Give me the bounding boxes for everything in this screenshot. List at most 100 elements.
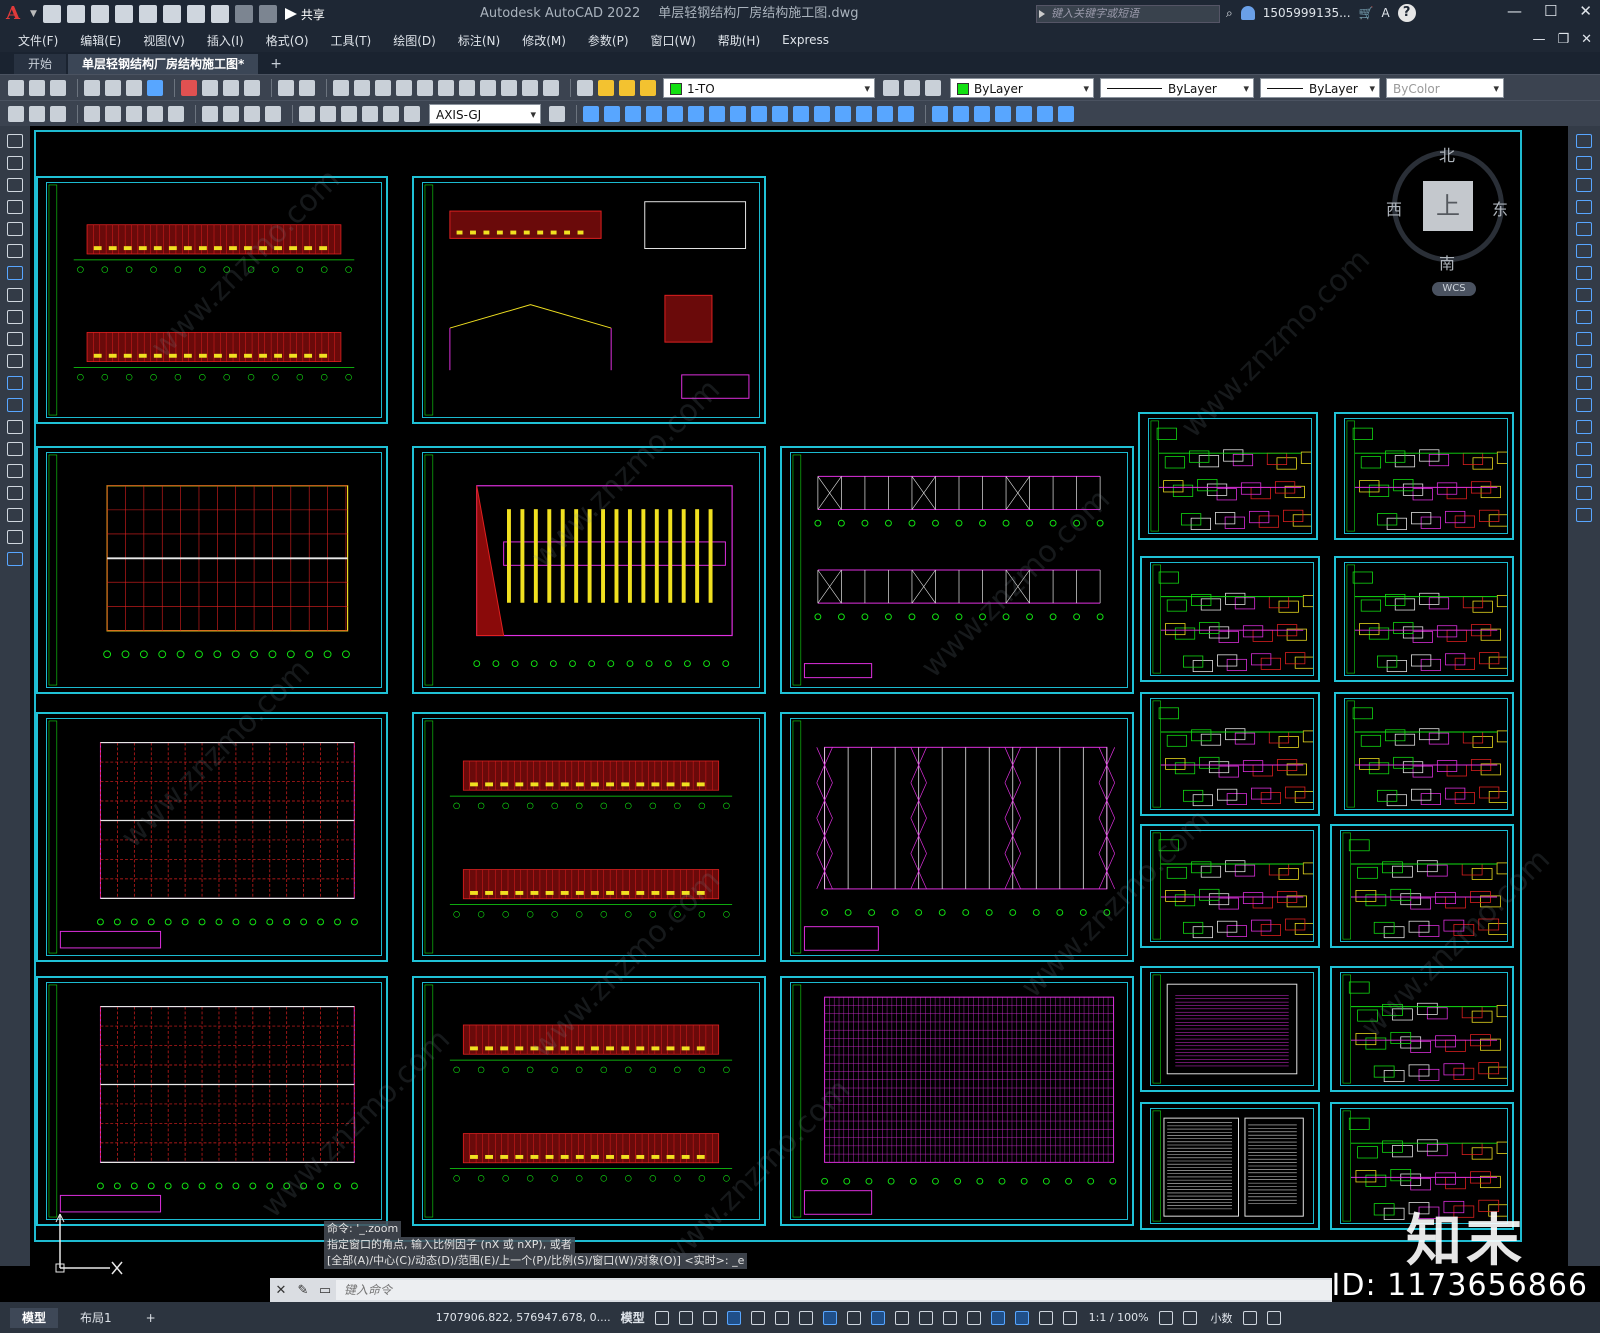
object-snap-icon[interactable] [822,1310,837,1325]
stretch-icon[interactable] [751,105,767,122]
3d-osnap-icon[interactable] [918,1310,933,1325]
ellipse-icon[interactable] [7,332,23,346]
search-input[interactable]: 键入关键字或短语 [1036,5,1220,23]
help-icon[interactable] [543,79,559,96]
menu-format[interactable]: 格式(O) [266,32,309,49]
send-to-back-icon[interactable] [974,105,990,122]
spline-icon[interactable] [7,310,23,324]
units-value[interactable]: 小数 [1211,1310,1233,1326]
rectangle-icon[interactable] [7,222,23,236]
multiline-text-icon[interactable] [7,530,23,544]
revision-cloud-icon[interactable] [7,288,23,302]
plot-icon[interactable] [186,5,205,23]
snap-icon[interactable] [678,1310,693,1325]
rotate-icon[interactable] [709,105,725,122]
compass-west[interactable]: 西 [1386,196,1402,220]
drawing-sheet[interactable] [1138,412,1318,540]
compass-north[interactable]: 北 [1439,142,1455,166]
menu-insert[interactable]: 插入(I) [207,32,244,49]
drawing-sheet[interactable] [36,446,388,694]
menu-view[interactable]: 视图(V) [143,32,185,49]
plot-icon[interactable] [84,79,100,96]
user-name[interactable]: 1505999135... [1263,6,1351,20]
inspection-icon[interactable] [341,105,357,122]
fillet-icon[interactable] [877,105,893,122]
drawing-sheet[interactable] [780,976,1134,1226]
drawing-sheet[interactable] [36,976,388,1226]
recent-commands-icon[interactable]: ▭ [314,1283,336,1298]
ortho-icon[interactable] [726,1310,741,1325]
angular-dimension-icon[interactable] [168,105,184,122]
dimension-style-icon[interactable] [549,105,565,122]
zoom-realtime-icon[interactable] [354,79,370,96]
construction-line-icon[interactable] [7,156,23,170]
menu-modify[interactable]: 修改(M) [522,32,566,49]
continue-dimension-icon[interactable] [244,105,260,122]
dimension-edit-icon[interactable] [362,105,378,122]
drawing-sheet[interactable] [412,176,766,424]
drawing-sheet[interactable] [1330,966,1514,1092]
close-command-line-icon[interactable]: ✕ [270,1283,292,1298]
annotation-monitor-icon[interactable] [1182,1310,1197,1325]
array-icon[interactable] [1576,222,1592,236]
transparency-icon[interactable] [870,1310,885,1325]
drawing-sheet[interactable] [1334,692,1514,816]
copy-icon[interactable] [202,79,218,96]
menu-window[interactable]: 窗口(W) [651,32,696,49]
save-icon[interactable] [50,79,66,96]
drawing-sheet[interactable] [780,712,1134,962]
drawing-sheet[interactable] [412,712,766,962]
share-button[interactable]: 共享 [284,6,325,23]
drawing-sheet[interactable] [1330,824,1514,948]
add-layout-button[interactable]: + [134,1308,168,1328]
menu-edit[interactable]: 编辑(E) [80,32,121,49]
menu-express[interactable]: Express [782,33,829,47]
new-icon[interactable] [8,79,24,96]
copy-icon[interactable] [1576,156,1592,170]
coordinates-readout[interactable]: 1707906.822, 576947.678, 0.... [436,1311,611,1324]
scale-icon[interactable] [730,105,746,122]
cut-icon[interactable] [181,79,197,96]
dynamic-ucs-icon[interactable] [942,1310,957,1325]
undo-icon[interactable] [278,79,294,96]
offset-icon[interactable] [646,105,662,122]
drawing-sheet[interactable] [780,446,1134,694]
user-icon[interactable] [1240,6,1255,20]
break-icon[interactable] [1576,398,1592,412]
open-from-web-icon[interactable] [138,5,157,23]
hatch-to-back-icon[interactable] [1016,105,1032,122]
insert-block-icon[interactable] [7,376,23,390]
join-icon[interactable] [835,105,851,122]
doc-minimize-button[interactable]: — [1532,32,1545,47]
erase-icon[interactable] [1576,134,1592,148]
layer-state-icon[interactable] [925,79,941,96]
zoom-window-icon[interactable] [375,79,391,96]
close-button[interactable]: ✕ [1579,2,1592,20]
region-icon[interactable] [7,486,23,500]
ungroup-icon[interactable] [1058,105,1074,122]
group-icon[interactable] [1037,105,1053,122]
arc-icon[interactable] [7,244,23,258]
drawing-sheet[interactable] [36,176,388,424]
layer-properties-icon[interactable] [577,79,593,96]
redo-icon[interactable] [299,79,315,96]
save-icon[interactable] [90,5,109,23]
polygon-icon[interactable] [7,200,23,214]
aligned-dimension-icon[interactable] [29,105,45,122]
copy-object-icon[interactable] [604,105,620,122]
menu-draw[interactable]: 绘图(D) [393,32,436,49]
tab-layout1[interactable]: 布局1 [68,1308,124,1328]
viewcube-top-face[interactable]: 上 [1423,181,1473,231]
polyline-icon[interactable] [7,178,23,192]
linear-dimension-icon[interactable] [8,105,24,122]
drawing-sheet[interactable] [412,976,766,1226]
new-icon[interactable] [42,5,61,23]
arc-length-icon[interactable] [50,105,66,122]
menu-help[interactable]: 帮助(H) [718,32,760,49]
customization-icon[interactable] [1266,1310,1281,1325]
trim-icon[interactable] [772,105,788,122]
3d-dwf-icon[interactable] [147,79,163,96]
menu-tools[interactable]: 工具(T) [331,32,372,49]
drawing-sheet[interactable] [1140,824,1320,948]
circle-icon[interactable] [7,266,23,280]
